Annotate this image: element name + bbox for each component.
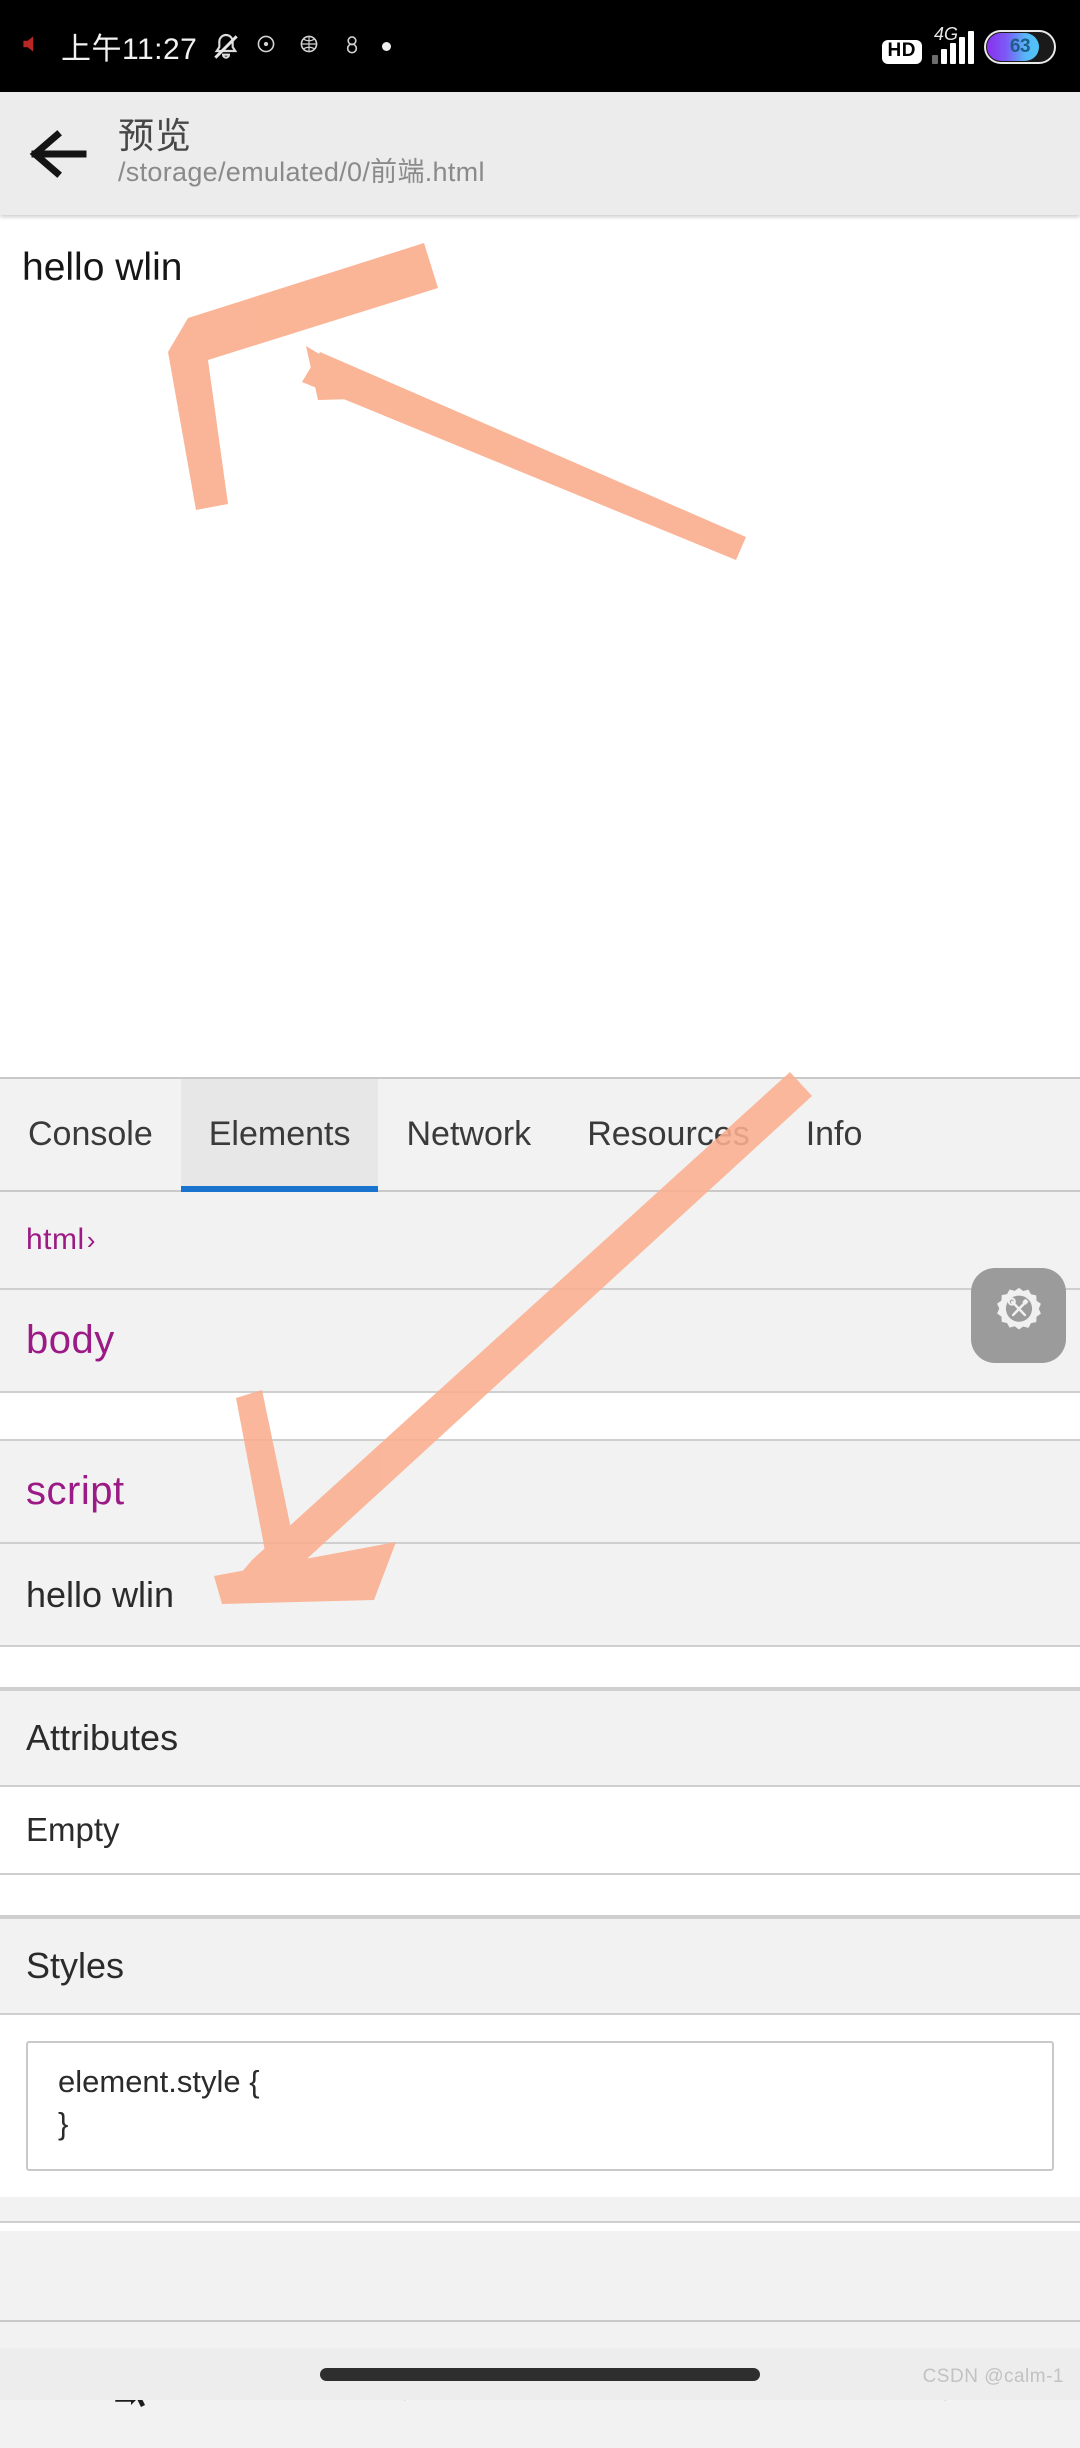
app-icon-2 [296, 31, 326, 61]
dom-row-html[interactable]: html › [0, 1192, 1080, 1290]
devtools-panel: Console Elements Network Resources Info … [0, 1077, 1080, 2320]
back-arrow-icon [27, 125, 91, 183]
dom-row-selected-blank[interactable] [0, 1393, 1080, 1441]
tab-info[interactable]: Info [778, 1079, 891, 1190]
spacer-row [0, 1647, 1080, 1689]
dom-tag-label: body [26, 1318, 115, 1362]
chevron-right-icon: › [86, 1224, 96, 1255]
hd-badge: HD [881, 40, 922, 64]
tab-network[interactable]: Network [378, 1079, 559, 1190]
header-titles: 预览 /storage/emulated/0/前端.html [118, 117, 485, 187]
attributes-value: Empty [0, 1787, 1080, 1875]
dom-row-textnode[interactable]: hello wlin [0, 1544, 1080, 1647]
dom-row-script[interactable]: script [0, 1441, 1080, 1544]
status-bar: 上午11:27 HD 4G 63 [0, 0, 1080, 92]
panel-bottom-divider [0, 2221, 1080, 2231]
styles-section-header: Styles [0, 1917, 1080, 2015]
dom-tag-label: script [26, 1469, 125, 1513]
back-button[interactable] [0, 92, 118, 215]
watermark: CSDN @calm-1 [922, 2366, 1064, 2387]
dom-tag-label: html [26, 1223, 85, 1256]
gear-tools-icon [988, 1282, 1050, 1349]
notification-small-icon [18, 31, 48, 61]
file-path: /storage/emulated/0/前端.html [118, 156, 485, 187]
preview-body-text: hello wlin [22, 246, 183, 289]
style-rule-close: } [58, 2105, 69, 2141]
webview-preview[interactable]: hello wlin [0, 215, 1080, 1077]
styles-body: element.style { } [0, 2015, 1080, 2197]
battery-icon: 63 [984, 30, 1056, 64]
battery-percent: 63 [1009, 36, 1031, 57]
dom-text-label: hello wlin [26, 1573, 175, 1615]
app-icon-3 [339, 31, 369, 61]
signal-bars-icon: 4G [932, 24, 974, 64]
dot-icon [382, 41, 392, 51]
tab-elements[interactable]: Elements [180, 1079, 379, 1192]
app-icon-1 [253, 31, 283, 61]
status-bar-left: 上午11:27 [18, 24, 392, 68]
bell-muted-icon [210, 31, 240, 61]
app-header: 预览 /storage/emulated/0/前端.html [0, 92, 1080, 215]
dom-row-body[interactable]: body [0, 1290, 1080, 1393]
page-title: 预览 [118, 115, 193, 157]
style-rule-open: element.style { [58, 2064, 260, 2099]
attributes-section-header: Attributes [0, 1689, 1080, 1787]
spacer-row-2 [0, 1875, 1080, 1917]
style-rule-box[interactable]: element.style { } [26, 2041, 1054, 2171]
status-bar-right: HD 4G 63 [881, 24, 1056, 64]
status-clock: 上午11:27 [61, 33, 198, 66]
network-type-label: 4G [934, 24, 959, 44]
devtools-fab-button[interactable] [971, 1268, 1066, 1363]
home-gesture-bar[interactable] [0, 2348, 1080, 2400]
home-pill[interactable] [320, 2367, 760, 2381]
tab-console[interactable]: Console [0, 1079, 181, 1190]
tab-resources[interactable]: Resources [559, 1079, 778, 1190]
devtools-tabs: Console Elements Network Resources Info [0, 1079, 1080, 1192]
